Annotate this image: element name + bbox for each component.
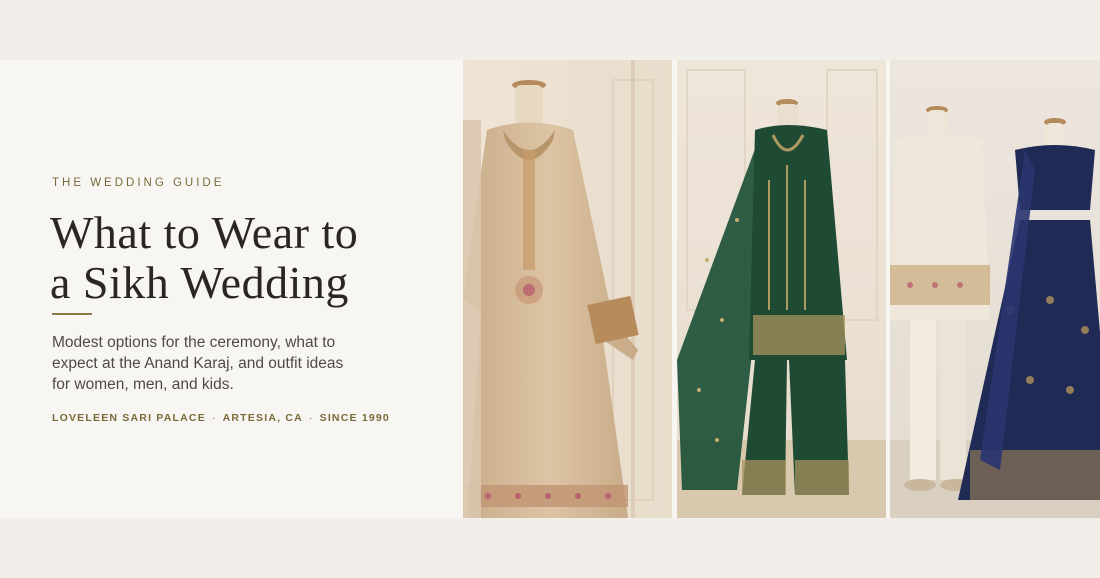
text-panel: THE WEDDING GUIDE What to Wear to a Sikh… xyxy=(0,60,470,518)
store-since: SINCE 1990 xyxy=(319,412,390,424)
description: Modest options for the ceremony, what to… xyxy=(52,334,344,393)
photo-sherwani-lehenga xyxy=(890,60,1100,518)
title-underline xyxy=(52,313,92,315)
meta-separator: · xyxy=(211,412,217,424)
title-line-1: What to Wear to xyxy=(50,207,359,258)
photo-anarkali xyxy=(463,60,672,518)
page-title: What to Wear to a Sikh Wedding xyxy=(50,208,358,308)
meta-separator: · xyxy=(308,412,314,424)
store-location: ARTESIA, CA xyxy=(222,412,303,424)
title-line-2: a Sikh Wedding xyxy=(50,257,349,308)
store-meta: LOVELEEN SARI PALACE · ARTESIA, CA · SINCE 1… xyxy=(52,412,390,424)
photo-emerald-suit xyxy=(677,60,886,518)
photo-strip xyxy=(463,60,1100,518)
hero-banner: THE WEDDING GUIDE What to Wear to a Sikh… xyxy=(0,60,1100,518)
store-name: LOVELEEN SARI PALACE xyxy=(52,412,206,424)
eyebrow-label: THE WEDDING GUIDE xyxy=(52,177,225,189)
